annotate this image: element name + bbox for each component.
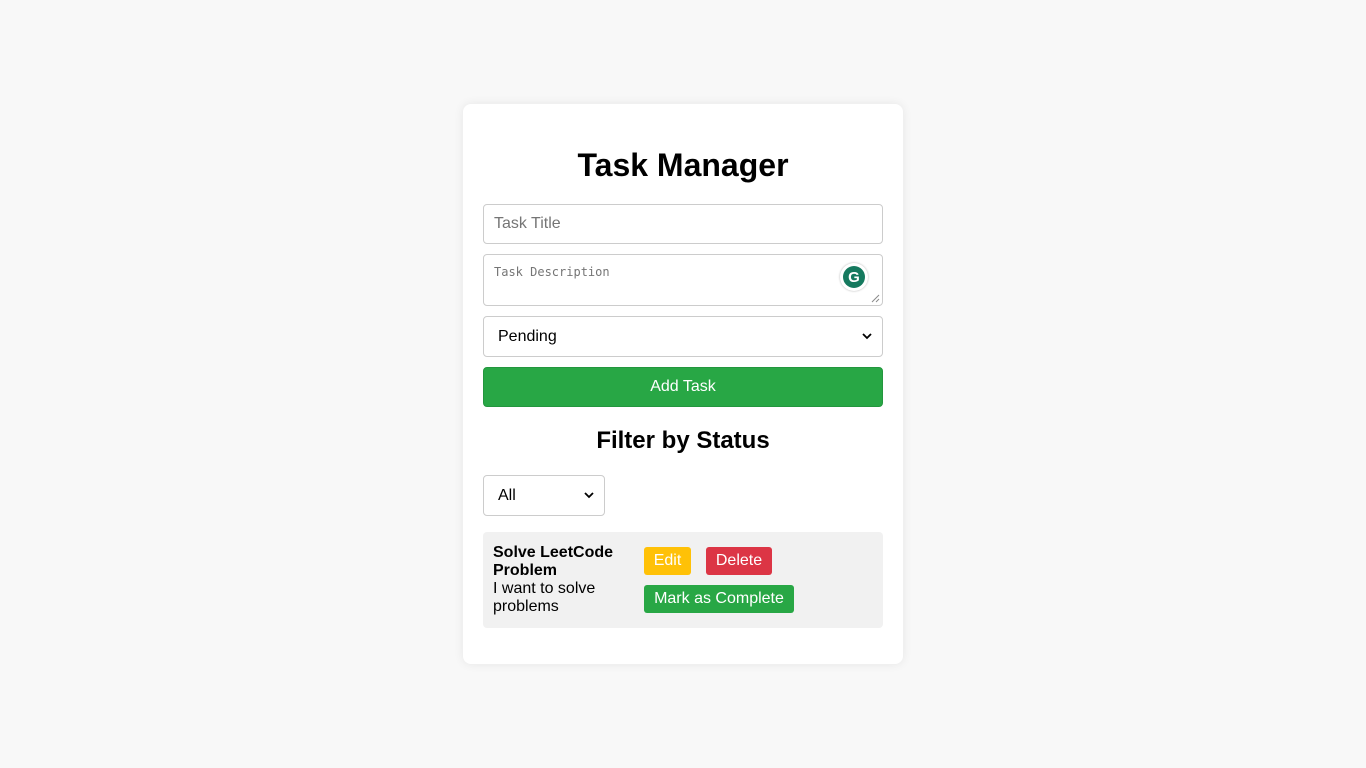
task-description: I want to solve problems (493, 580, 596, 615)
grammarly-icon[interactable]: G (840, 263, 868, 291)
task-manager-card: Task Manager G Pending Add Task Filter b… (463, 104, 903, 664)
resize-handle-icon[interactable] (871, 294, 880, 303)
grammarly-icon-letter: G (843, 266, 865, 288)
filter-select-value: All (498, 486, 516, 504)
delete-task-button[interactable]: Delete (706, 547, 772, 575)
status-select[interactable]: Pending (483, 316, 883, 357)
task-title: Solve LeetCode Problem (493, 544, 614, 579)
chevron-down-icon (862, 332, 872, 342)
chevron-down-icon (584, 491, 594, 501)
task-text: Solve LeetCode Problem I want to solve p… (493, 544, 633, 616)
page-title: Task Manager (577, 147, 789, 183)
edit-task-button[interactable]: Edit (644, 547, 691, 575)
task-title-input[interactable] (483, 204, 883, 244)
add-task-button[interactable]: Add Task (483, 367, 883, 407)
status-select-value: Pending (498, 327, 557, 345)
task-description-field: G (483, 254, 883, 306)
task-list-item: Solve LeetCode Problem I want to solve p… (483, 532, 883, 628)
mark-complete-button[interactable]: Mark as Complete (644, 585, 794, 613)
filter-status-select[interactable]: All (483, 475, 605, 516)
task-description-input[interactable] (484, 255, 882, 305)
filter-heading: Filter by Status (596, 427, 770, 454)
